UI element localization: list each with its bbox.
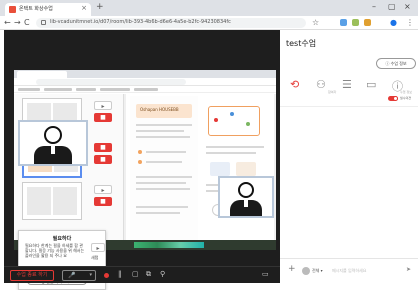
side-panel: test수업 ⓘ 수업 정보 ⟲ ⚇ 참여자 ☰ ▭ ⓘ 수업 정보 필수의견 …	[280, 30, 418, 287]
url-field[interactable]: lib-vcadunitmnet.io/d07/room/lib-393-4b6…	[36, 18, 306, 28]
lock-icon	[41, 20, 46, 25]
profile-icon[interactable]: ●	[390, 18, 397, 27]
page-thumbnails: ▸ ■ ■ ■ ▸ ■	[14, 94, 124, 250]
classroom-stage: ▸ ■ ■ ■ ▸ ■ Oshapan HOUSEBB 필요하다 필요하다 한계…	[4, 30, 280, 290]
recipient-avatar	[302, 267, 310, 275]
more-icon[interactable]: ⚲	[160, 270, 165, 278]
mic-button[interactable]: 🎤 ▾	[62, 270, 96, 281]
thumb-action-button[interactable]: ■	[94, 143, 112, 152]
popup-body: 필요하다 한계는 필을 하세를 합 관할니다. 필응 기능 사용을 위 해서는 …	[25, 243, 85, 258]
shared-browser-tabs	[14, 70, 276, 78]
shared-url-field	[36, 79, 186, 85]
page-header-text: Oshapan HOUSEBB	[140, 107, 179, 112]
extension-icon[interactable]	[364, 19, 371, 26]
shared-address-bar	[14, 78, 276, 86]
browser-tab[interactable]: 온택트 화상수업 ×	[5, 3, 91, 16]
panel-tab-screen-icon[interactable]: ▭	[366, 78, 376, 91]
page-right-column	[200, 96, 272, 248]
share-screen-icon[interactable]: ⧉	[146, 270, 151, 279]
panel-tab-refresh-icon[interactable]: ⟲	[290, 78, 299, 91]
page-header-box: Oshapan HOUSEBB	[136, 104, 192, 118]
send-icon[interactable]: ➤	[406, 266, 411, 273]
chat-composer: + 전체 ▾ 메시지를 입력하세요 ➤	[280, 258, 418, 287]
end-class-button[interactable]: 수업 종료 하기	[10, 270, 54, 281]
forward-icon[interactable]: →	[14, 18, 21, 27]
app-window: 온택트 화상수업 × + – ▢ × ← → C lib-vcadunitmne…	[0, 0, 418, 290]
browser-tab-bar: 온택트 화상수업 × + – ▢ ×	[0, 0, 418, 16]
toggle-label: 필수의견	[400, 96, 412, 100]
control-bar: 수업 종료 하기 🎤 ▾ ‖ ▢ ⧉ ⚲ ▭	[4, 266, 280, 283]
divider	[280, 106, 418, 107]
document-viewer: ▸ ■ ■ ■ ▸ ■ Oshapan HOUSEBB	[14, 94, 276, 250]
record-icon[interactable]	[104, 273, 109, 278]
participant-video[interactable]	[18, 120, 88, 166]
class-info-button[interactable]: ⓘ 수업 정보	[376, 58, 416, 69]
shared-browser-tab	[17, 71, 67, 78]
thumb-action-button[interactable]: ▸	[94, 185, 112, 194]
pause-icon[interactable]: ‖	[118, 270, 122, 278]
tab-close-icon[interactable]: ×	[81, 4, 87, 12]
tab-title: 온택트 화상수업	[19, 6, 53, 12]
address-bar-row: ← → C lib-vcadunitmnet.io/d07/room/lib-3…	[0, 16, 418, 30]
chat-input[interactable]: 메시지를 입력하세요	[332, 268, 366, 274]
page-thumbnail[interactable]	[22, 182, 82, 220]
new-tab-button[interactable]: +	[96, 2, 104, 12]
thumb-action-button[interactable]: ■	[94, 197, 112, 206]
required-opinion-toggle[interactable]	[388, 96, 398, 101]
avatar	[44, 126, 62, 144]
avatar	[238, 182, 254, 198]
participant-video[interactable]	[218, 176, 274, 218]
add-attachment-icon[interactable]: +	[288, 264, 296, 274]
back-icon[interactable]: ←	[4, 18, 11, 27]
thumbnail-actions: ▸ ■	[90, 98, 116, 136]
panel-tab-notes-icon[interactable]: ☰	[342, 78, 352, 91]
recipient-select[interactable]: 전체 ▾	[312, 268, 323, 274]
popup-side-controls: ▸ 새탭	[89, 243, 105, 263]
thumbnail-actions: ▸ ■	[90, 182, 116, 220]
star-icon[interactable]: ☆	[312, 18, 319, 27]
chevron-down-icon[interactable]: ▾	[89, 272, 92, 278]
mic-icon: 🎤	[68, 272, 76, 279]
minimize-button[interactable]: –	[372, 2, 376, 11]
browser-menu-icon[interactable]: ⋮	[406, 18, 414, 27]
thumb-action-button[interactable]: ■	[94, 113, 112, 122]
thumb-action-button[interactable]: ▸	[94, 101, 112, 110]
extension-icon[interactable]	[340, 19, 347, 26]
thumb-action-button[interactable]: ■	[94, 155, 112, 164]
thumbnail-actions: ■ ■	[90, 140, 116, 178]
extension-icon[interactable]	[352, 19, 359, 26]
panel-tab-participants-label: 참여자	[328, 90, 337, 94]
maximize-button[interactable]: ▢	[388, 2, 396, 11]
class-title: test수업	[286, 39, 317, 48]
panel-tab-participants-icon[interactable]: ⚇	[316, 78, 326, 91]
favicon-icon	[9, 6, 16, 13]
panel-tab-info-label: 수업 정보	[400, 90, 412, 94]
popup-side-label: 새탭	[91, 255, 99, 260]
shared-bookmark-bar	[14, 86, 276, 93]
document-page: Oshapan HOUSEBB	[126, 94, 274, 250]
popup-play-button[interactable]: ▸	[91, 243, 105, 252]
reload-icon[interactable]: C	[24, 18, 30, 27]
url-text: lib-vcadunitmnet.io/d07/room/lib-393-4b6…	[50, 19, 231, 25]
screen-icon[interactable]: ▢	[132, 270, 139, 278]
pip-icon[interactable]: ▭	[262, 270, 269, 278]
popup-title: 필요하다	[52, 236, 72, 242]
close-window-button[interactable]: ×	[404, 2, 411, 11]
page-left-column: Oshapan HOUSEBB	[130, 96, 198, 248]
